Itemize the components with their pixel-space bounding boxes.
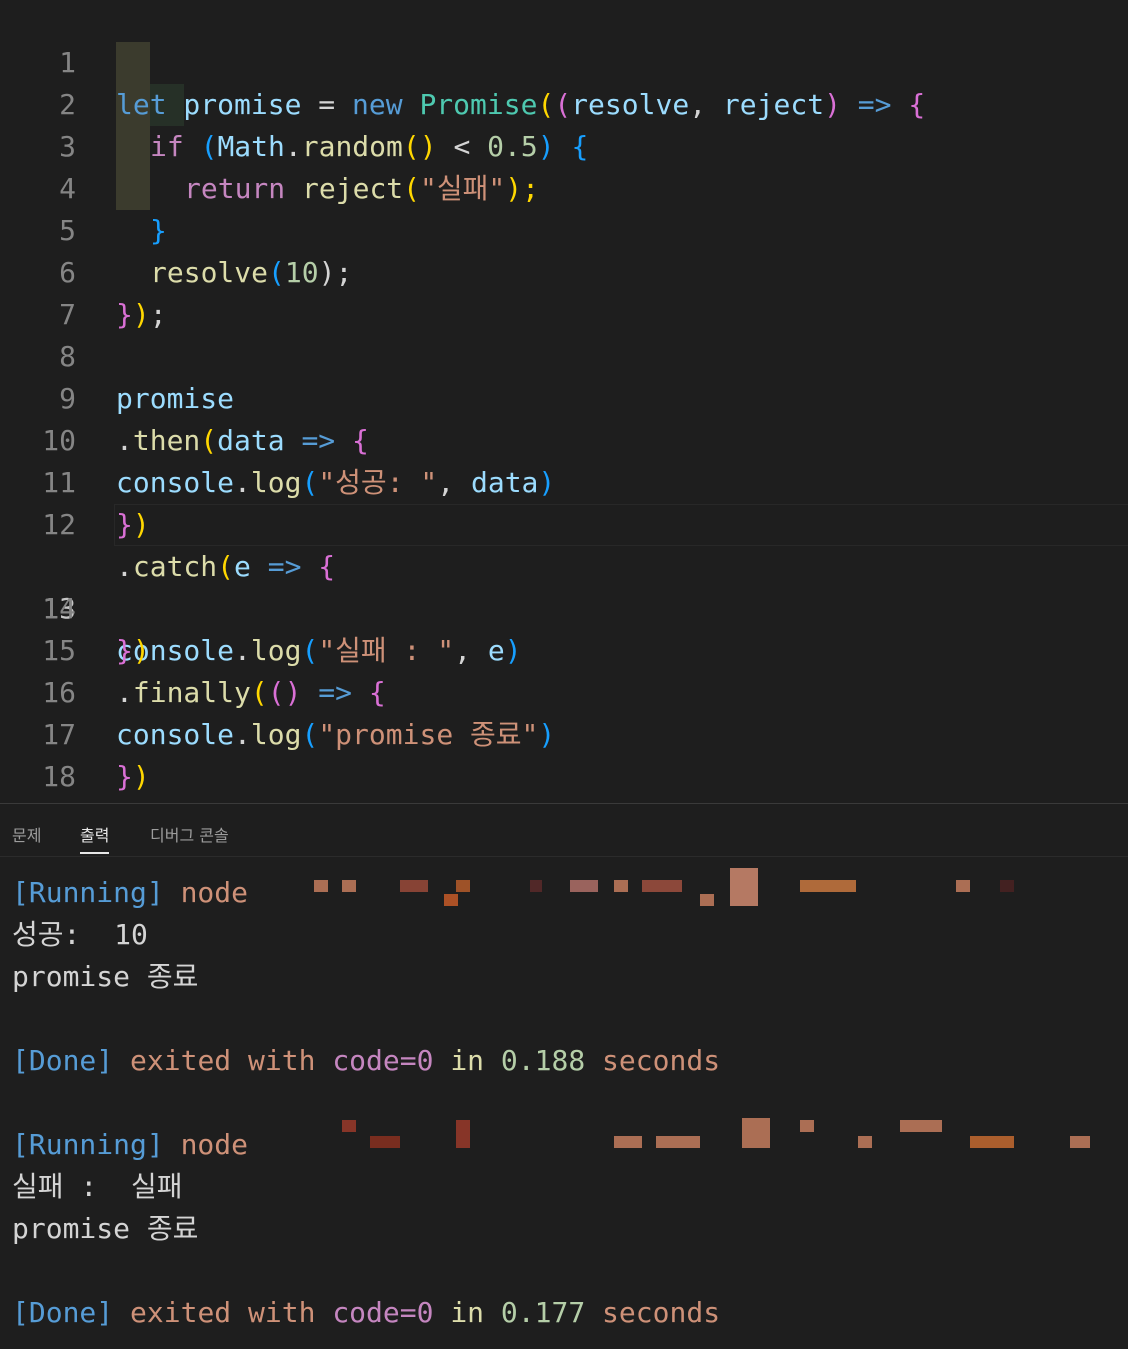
code-line[interactable]: 3 return reject("실패"); (0, 84, 1128, 205)
code-line[interactable]: 18 (0, 714, 1128, 793)
output-line: promise 종료 (12, 1212, 199, 1245)
tab-problems[interactable]: 문제 (12, 822, 41, 846)
current-line-highlight (114, 504, 1128, 546)
bottom-panel: 문제 출력 디버그 콘솔 [Running] node 성공: 10 promi… (0, 803, 1128, 1349)
code-line[interactable]: 5 resolve(10); (0, 168, 1128, 289)
code-line[interactable]: 6 }); (0, 210, 1128, 331)
code-line[interactable]: 4 } (0, 126, 1128, 247)
panel-tabs: 문제 출력 디버그 콘솔 (0, 804, 1128, 857)
tab-debug-console[interactable]: 디버그 콘솔 (150, 822, 229, 846)
output-line: 성공: 10 (12, 918, 148, 951)
code-text: }) (116, 760, 150, 793)
output-line: [Done] exited with code=0 in 0.188 secon… (12, 1044, 721, 1077)
code-line[interactable]: 2 if (Math.random() < 0.5) { (0, 42, 1128, 163)
code-line[interactable]: 14 }) (0, 546, 1128, 667)
code-line[interactable]: 11 }) (0, 420, 1128, 541)
code-editor[interactable]: 1 let promise = new Promise((resolve, re… (0, 0, 1128, 803)
code-line[interactable]: 8 promise (0, 294, 1128, 415)
code-line[interactable]: 12 .catch(e => { (0, 462, 1128, 583)
code-line[interactable]: 17 }) (0, 672, 1128, 793)
tab-output[interactable]: 출력 (80, 822, 110, 854)
output-line: [Running] node (12, 876, 249, 909)
output-line: promise 종료 (12, 960, 199, 993)
output-line: [Running] node (12, 1128, 249, 1161)
code-line[interactable]: 7 (0, 252, 1128, 331)
code-line[interactable]: 10 console.log("성공: ", data) (0, 378, 1128, 499)
output-line: 실패 : 실패 (12, 1170, 183, 1203)
code-line[interactable]: 16 console.log("promise 종료") (0, 630, 1128, 751)
line-number: 18 (42, 760, 76, 793)
code-line[interactable]: 9 .then(data => { (0, 336, 1128, 457)
code-line-active[interactable]: 13 console.log("실패 : ", e) (0, 504, 1128, 667)
code-line[interactable]: 1 let promise = new Promise((resolve, re… (0, 0, 1128, 121)
output-line: [Done] exited with code=0 in 0.177 secon… (12, 1296, 721, 1329)
code-line[interactable]: 15 .finally(() => { (0, 588, 1128, 709)
